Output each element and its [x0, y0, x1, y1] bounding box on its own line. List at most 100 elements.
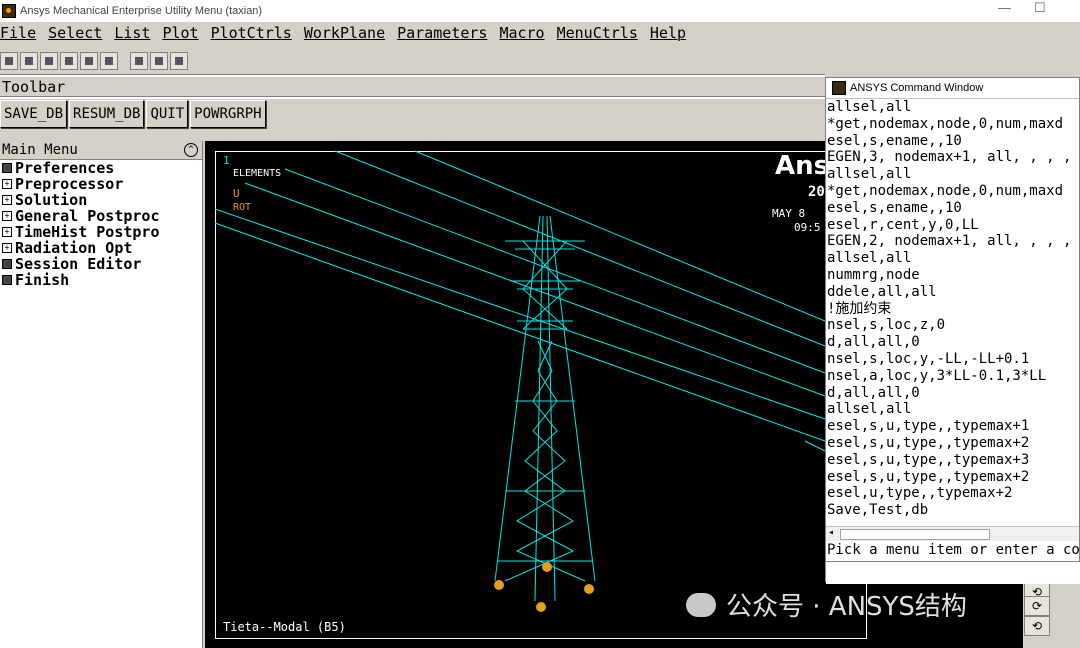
command-line: esel,u,type,,typemax+2 — [827, 485, 1013, 502]
divider — [0, 96, 825, 99]
conductor-line — [804, 440, 826, 452]
support-marker — [584, 584, 594, 594]
toolbar-buttons: SAVE_DB RESUM_DB QUIT POWRGRPH — [0, 100, 268, 128]
command-line: !施加约束 — [827, 300, 892, 317]
conductor-line — [214, 222, 826, 442]
menu-item-solution[interactable]: + Solution — [0, 192, 202, 208]
command-line: nummrg,node — [827, 266, 920, 283]
menu-macro[interactable]: Macro — [499, 24, 544, 46]
menu-menuctrls[interactable]: MenuCtrls — [557, 24, 638, 46]
expand-plus-icon[interactable]: + — [2, 211, 12, 221]
expand-plus-icon[interactable]: + — [2, 227, 12, 237]
menu-help[interactable]: Help — [650, 24, 686, 46]
command-line: esel,r,cent,y,0,LL — [827, 216, 979, 233]
box-icon — [2, 259, 12, 269]
wechat-icon — [686, 592, 716, 617]
box-icon — [2, 163, 12, 173]
model-icon[interactable] — [60, 52, 78, 70]
watermark-text: 公众号 · ANSYS结构 — [726, 592, 967, 622]
menu-item-preprocessor[interactable]: + Preprocessor — [0, 176, 202, 192]
command-line: esel,s,u,type,,typemax+2 — [827, 468, 1030, 485]
command-line: esel,s,u,type,,typemax+2 — [827, 434, 1030, 451]
minimize-button[interactable]: — — [998, 0, 1011, 15]
main-menu-panel: Main Menu ^ Preferences + Preprocessor + S… — [0, 141, 203, 648]
menu-select[interactable]: Select — [48, 24, 102, 46]
print-icon[interactable] — [80, 52, 98, 70]
scrollbar-thumb[interactable] — [840, 529, 990, 540]
save-icon[interactable] — [40, 52, 58, 70]
command-line: allsel,all — [827, 401, 912, 418]
menu-list[interactable]: List — [114, 24, 150, 46]
conductor-line — [284, 168, 826, 374]
box-icon — [2, 275, 12, 285]
zoom-icon[interactable]: ⟲ — [1024, 616, 1050, 636]
menu-plot[interactable]: Plot — [162, 24, 198, 46]
command-line: nsel,s,loc,z,0 — [827, 317, 946, 334]
menu-item-finish[interactable]: Finish — [0, 272, 202, 288]
open-icon[interactable] — [20, 52, 38, 70]
command-line: EGEN,3, nodemax+1, all, , , , , — [827, 149, 1079, 166]
toolbar-label: Toolbar — [2, 78, 66, 96]
lattice-brace — [504, 340, 575, 582]
menu-item-label: Solution — [15, 191, 88, 209]
command-input[interactable] — [826, 561, 1080, 584]
menu-item-label: General Postproc — [15, 207, 160, 225]
ansys-app-icon — [832, 81, 846, 95]
menu-parameters[interactable]: Parameters — [397, 24, 487, 46]
quit-button[interactable]: QUIT — [146, 100, 189, 128]
menu-item-label: Session Editor — [15, 255, 142, 273]
menu-item-radiation-opt[interactable]: + Radiation Opt — [0, 240, 202, 256]
lattice-brace — [522, 240, 568, 330]
tower-leg — [494, 215, 541, 582]
menu-item-label: Finish — [15, 271, 70, 289]
expand-plus-icon[interactable]: + — [2, 179, 12, 189]
command-line: esel,s,ename,,10 — [827, 199, 962, 216]
menu-workplane[interactable]: WorkPlane — [304, 24, 385, 46]
command-history: allsel,all *get,nodemax,node,0,num,maxd … — [826, 99, 1079, 519]
report-icon[interactable] — [170, 52, 188, 70]
command-window-titlebar: ANSYS Command Window — [826, 78, 1079, 99]
window-title: Ansys Mechanical Enterprise Utility Menu… — [20, 5, 263, 17]
command-line: allsel,all — [827, 250, 912, 267]
command-line: *get,nodemax,node,0,num,maxd — [827, 182, 1064, 199]
expand-plus-icon[interactable]: + — [2, 243, 12, 253]
ansys-app-icon — [2, 4, 16, 18]
powrgrph-button[interactable]: POWRGRPH — [190, 100, 266, 128]
command-prompt: Pick a menu item or enter a comm — [827, 542, 1080, 558]
command-line: Save,Test,db — [827, 502, 929, 519]
command-line: d,all,all,0 — [827, 334, 920, 351]
maximize-button[interactable]: ☐ — [1034, 0, 1046, 16]
command-line: esel,s,u,type,,typemax+1 — [827, 418, 1030, 435]
lattice-brace — [515, 340, 586, 582]
menu-bar: File Select List Plot PlotCtrls WorkPlan… — [0, 24, 1080, 46]
scroll-left-icon[interactable]: ◂ — [828, 527, 834, 538]
raise-icon[interactable] — [130, 52, 148, 70]
save-db-button[interactable]: SAVE_DB — [0, 100, 68, 128]
menu-item-timehist-postpro[interactable]: + TimeHist Postpro — [0, 224, 202, 240]
menu-item-session-editor[interactable]: Session Editor — [0, 256, 202, 272]
main-menu-header: Main Menu ^ — [0, 141, 202, 160]
command-window: ANSYS Command Window allsel,all *get,nod… — [825, 77, 1080, 584]
menu-item-general-postproc[interactable]: + General Postproc — [0, 208, 202, 224]
command-line: nsel,s,loc,y,-LL,-LL+0.1 — [827, 350, 1030, 367]
menu-item-label: Preprocessor — [15, 175, 124, 193]
collapse-icon[interactable]: ^ — [184, 143, 198, 157]
pan-icon[interactable]: ⟳ — [1024, 596, 1050, 616]
menu-file[interactable]: File — [0, 24, 36, 46]
command-line: *get,nodemax,node,0,num,maxd — [827, 115, 1064, 132]
lattice-brace — [522, 240, 568, 330]
expand-plus-icon[interactable]: + — [2, 195, 12, 205]
menu-item-preferences[interactable]: Preferences — [0, 160, 202, 176]
command-line: allsel,all — [827, 166, 912, 183]
support-marker — [494, 580, 504, 590]
menu-item-label: Preferences — [15, 159, 115, 177]
reset-icon[interactable] — [150, 52, 168, 70]
menu-plotctrls[interactable]: PlotCtrls — [211, 24, 292, 46]
command-line: d,all,all,0 — [827, 384, 920, 401]
new-icon[interactable] — [0, 52, 18, 70]
menu-item-label: Radiation Opt — [15, 239, 133, 257]
resume-db-button[interactable]: RESUM_DB — [69, 100, 145, 128]
help-icon[interactable] — [100, 52, 118, 70]
horizontal-scrollbar[interactable]: ◂ — [826, 526, 1079, 541]
conductor-line — [334, 150, 826, 347]
